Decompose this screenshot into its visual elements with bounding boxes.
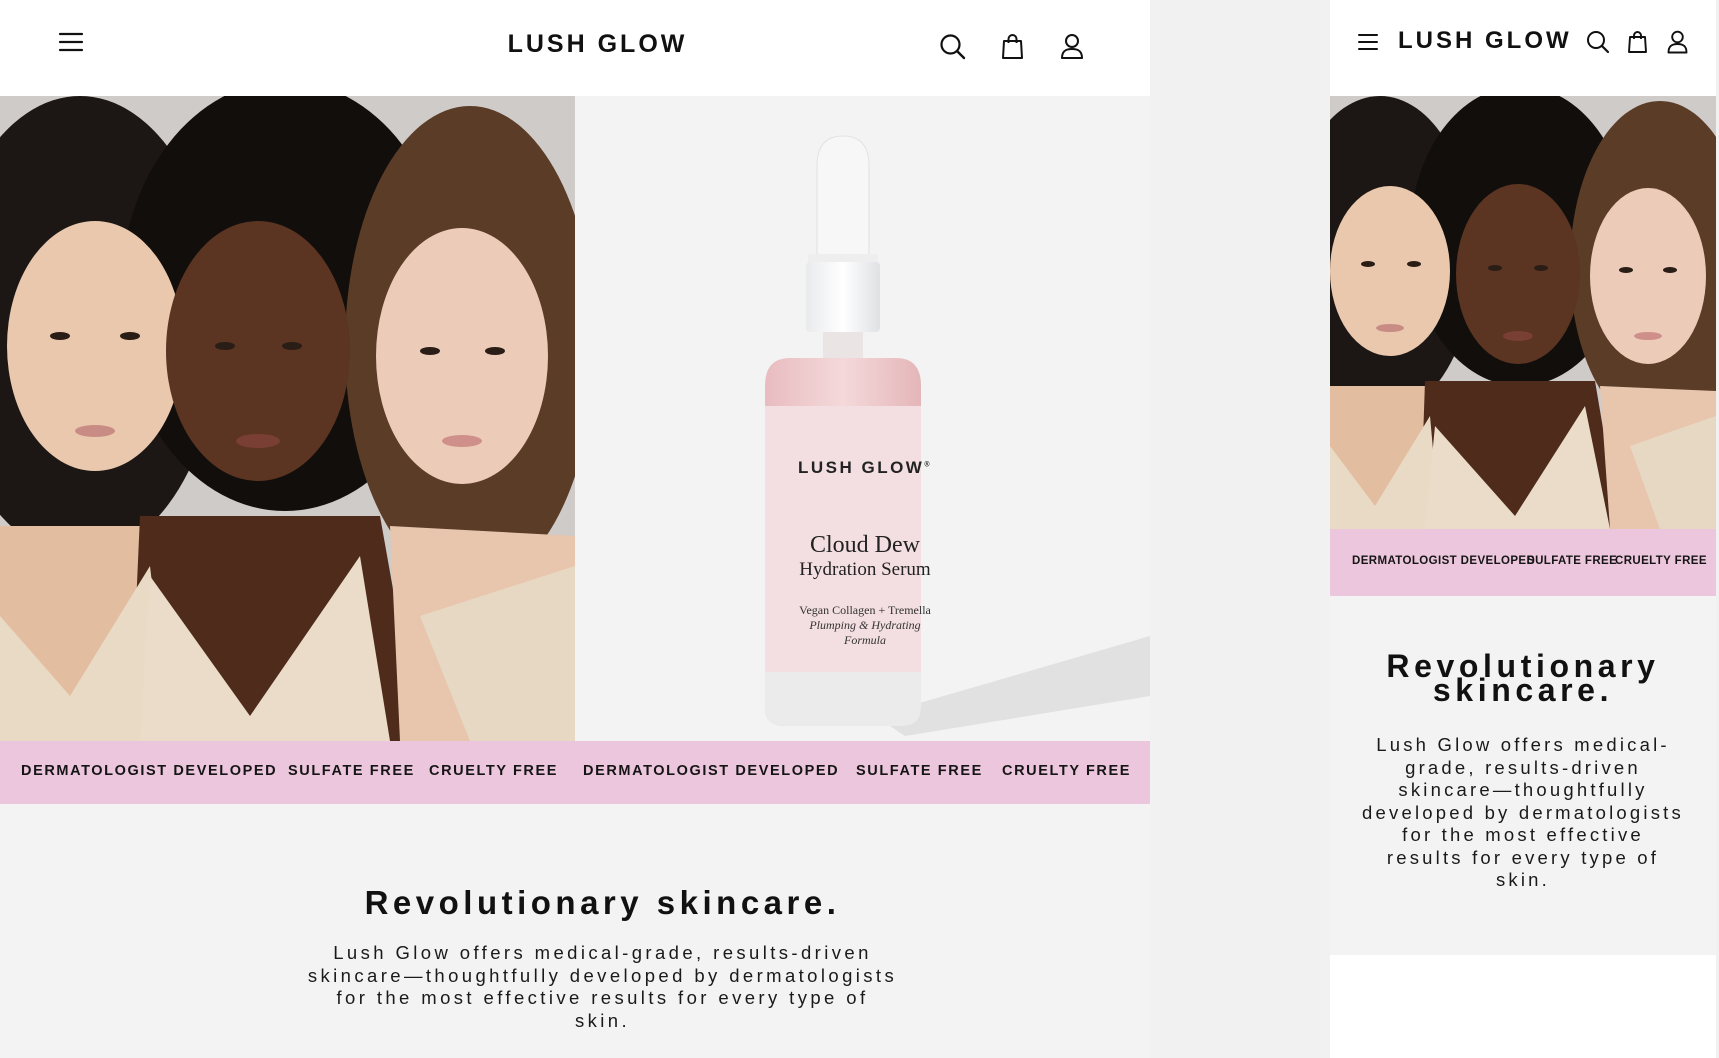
product-desc-line3: Formula [844,633,886,647]
site-logo[interactable]: LUSH GLOW [0,30,1150,59]
feature-item: CRUELTY FREE [1615,555,1707,567]
feature-item: SULFATE FREE [1527,555,1618,567]
site-header: LUSH GLOW [0,0,1150,96]
user-account-icon[interactable] [1060,33,1084,60]
intro-body-line: for the most effective results for every… [336,987,869,1008]
intro-body-line: Lush Glow offers medical-grade, results-… [333,942,872,963]
intro-body-line: for the most effective [1402,824,1644,845]
feature-item: SULFATE FREE [856,763,983,779]
intro-headline: Revolutionary skincare. [1330,650,1716,706]
intro-body-line: skin. [1495,869,1551,890]
product-name-line2: Hydration Serum [799,559,931,580]
intro-body: Lush Glow offers medical-grade, results-… [280,942,925,1032]
feature-item: CRUELTY FREE [429,763,559,779]
intro-body-line: skincare—thoughtfully [1398,779,1648,800]
hamburger-menu-icon[interactable] [1358,33,1378,51]
search-icon[interactable] [939,33,966,60]
models-portrait-image [0,96,575,741]
feature-marquee: DERMATOLOGIST DEVELOPED SULFATE FREE CRU… [1330,529,1716,596]
shopping-bag-icon[interactable] [1001,33,1024,60]
product-desc-line1: Vegan Collagen + Tremella [799,603,931,617]
shopping-bag-icon[interactable] [1627,30,1648,54]
mobile-viewport: LUSH GLOW DERMATOLOGIST DEVELOPED SULFAT… [1330,0,1716,1058]
trademark-symbol: ® [924,461,933,469]
feature-item: SULFATE FREE [288,763,415,779]
intro-body-line: developed by dermatologists [1362,801,1684,823]
intro-headline: Revolutionary skincare. [364,884,841,921]
intro-body-line: grade, results-driven [1405,756,1641,778]
search-icon[interactable] [1586,30,1610,54]
intro-body: Lush Glow offers medical- grade, results… [1344,734,1702,892]
product-name-line1: Cloud Dew [810,532,920,558]
site-logo[interactable]: LUSH GLOW [1398,27,1572,55]
desktop-viewport: LUSH GLOW LUSH GLOW® Cloud Dew Hydration… [0,0,1150,1058]
bottle-brand-mark: LUSH GLOW [797,458,925,477]
intro-body-line: skin. [574,1009,631,1031]
models-portrait-image [1330,96,1716,529]
feature-marquee: DERMATOLOGIST DEVELOPED SULFATE FREE CRU… [0,741,1150,804]
feature-item: DERMATOLOGIST DEVELOPED [1352,555,1536,567]
user-account-icon[interactable] [1667,30,1688,54]
product-desc-line2: Plumping & Hydrating [809,618,921,632]
feature-item: DERMATOLOGIST DEVELOPED [583,763,840,779]
intro-body-line: skincare—thoughtfully developed by derma… [307,964,898,986]
intro-body-line: Lush Glow offers medical- [1376,734,1670,755]
footer-spacer [1330,955,1716,1058]
product-hero-image: LUSH GLOW® Cloud Dew Hydration Serum Veg… [575,96,1150,741]
feature-item: CRUELTY FREE [1002,763,1132,779]
site-header-mobile: LUSH GLOW [1330,0,1716,96]
intro-body-line: results for every type of [1386,846,1660,868]
feature-item: DERMATOLOGIST DEVELOPED [21,763,278,779]
